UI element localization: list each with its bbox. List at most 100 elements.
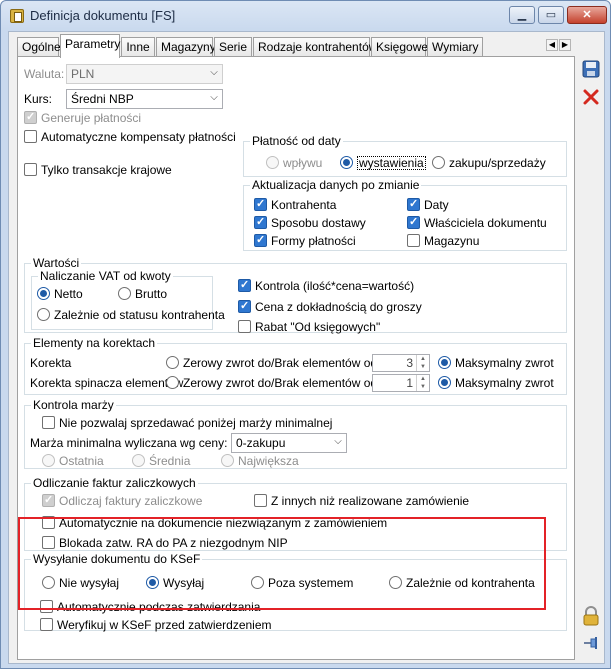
zaleznie-radio[interactable] bbox=[37, 308, 50, 321]
sposob-dostawy-label: Sposobu dostawy bbox=[271, 216, 366, 230]
kurs-value: Średni NBP bbox=[71, 92, 134, 106]
spinacz-stepper[interactable]: 1 ▲ ▼ bbox=[372, 374, 430, 392]
zaleznie-label: Zależnie od statusu kontrahenta bbox=[54, 308, 225, 322]
srednia-label: Średnia bbox=[149, 454, 191, 468]
cena-groszy-checkbox[interactable] bbox=[238, 299, 251, 313]
tab-parametry[interactable]: Parametry bbox=[60, 34, 120, 58]
odliczaj-label: Odliczaj faktury zaliczkowe bbox=[59, 494, 203, 508]
z-innych-checkbox[interactable] bbox=[254, 494, 267, 507]
ksef-weryfikuj-checkbox[interactable] bbox=[40, 618, 53, 631]
cena-select[interactable]: 0-zakupu ⌵ bbox=[231, 433, 347, 453]
kontrahenta-checkbox[interactable] bbox=[254, 197, 267, 211]
spin-arrows-icon[interactable]: ▲ ▼ bbox=[416, 375, 429, 391]
netto-label: Netto bbox=[54, 287, 83, 301]
sposob-dostawy-checkbox[interactable] bbox=[254, 215, 267, 229]
tab-serie[interactable]: Serie bbox=[214, 37, 252, 57]
aktualizacja-group: Aktualizacja danych po zmianie Kontrahen… bbox=[243, 178, 567, 251]
spinacz-maks-radio[interactable] bbox=[438, 376, 451, 389]
generuje-platnosci-checkbox bbox=[24, 110, 37, 124]
waluta-select: PLN ⌵ bbox=[66, 64, 223, 84]
kontrola-checkbox[interactable] bbox=[238, 278, 251, 292]
kompensaty-label: Automatyczne kompensaty płatności bbox=[41, 130, 236, 144]
korekta-stepper[interactable]: 3 ▲ ▼ bbox=[372, 354, 430, 372]
platnosc-wystawienia-radio[interactable] bbox=[340, 156, 353, 169]
forma-platnosci-checkbox[interactable] bbox=[254, 233, 267, 247]
chevron-down-icon: ⌵ bbox=[210, 67, 218, 78]
platnosc-wystawienia-label: wystawienia bbox=[357, 156, 426, 170]
kompensaty-checkbox[interactable] bbox=[24, 130, 37, 143]
platnosc-title: Płatność od daty bbox=[250, 134, 343, 148]
spinacz-label: Korekta spinacza elementów bbox=[30, 376, 184, 390]
korekta-label: Korekta bbox=[30, 356, 72, 370]
title-bar[interactable]: Definicja dokumentu [FS] ▁ ▭ ✕ bbox=[1, 1, 610, 31]
nie-pozwalaj-checkbox[interactable] bbox=[42, 416, 55, 429]
spinacz-zerowy-radio[interactable] bbox=[166, 376, 179, 389]
netto-radio[interactable] bbox=[37, 287, 50, 300]
platnosc-zakupu-radio[interactable] bbox=[432, 156, 445, 169]
kurs-select[interactable]: Średni NBP ⌵ bbox=[66, 89, 223, 109]
kontrahenta-label: Kontrahenta bbox=[271, 198, 337, 212]
transakcje-krajowe-checkbox[interactable] bbox=[24, 163, 37, 176]
pin-icon[interactable] bbox=[580, 634, 602, 656]
wlasciciel-checkbox[interactable] bbox=[407, 215, 420, 229]
tab-ogolne[interactable]: Ogólne bbox=[17, 37, 61, 57]
spinacz-stepper-value: 1 bbox=[406, 376, 413, 390]
tab-wymiary[interactable]: Wymiary bbox=[427, 37, 483, 57]
korekta-zerowy-radio[interactable] bbox=[166, 356, 179, 369]
platnosc-wplywu-radio bbox=[266, 156, 279, 169]
transakcje-krajowe-label: Tylko transakcje krajowe bbox=[41, 163, 172, 177]
minimize-button[interactable]: ▁ bbox=[509, 6, 535, 24]
ksef-weryfikuj-label: Weryfikuj w KSeF przed zatwierdzeniem bbox=[57, 618, 272, 632]
ostatnia-label: Ostatnia bbox=[59, 454, 104, 468]
platnosc-wplywu-label: wpływu bbox=[283, 156, 323, 170]
brutto-radio[interactable] bbox=[118, 287, 131, 300]
ostatnia-radio bbox=[42, 454, 55, 467]
tab-scroll-left-icon[interactable]: ◀ bbox=[546, 39, 558, 51]
tab-rodzaje-kontrahentow[interactable]: Rodzaje kontrahentów bbox=[253, 37, 377, 57]
vat-title: Naliczanie VAT od kwoty bbox=[38, 269, 173, 283]
korekta-stepper-value: 3 bbox=[406, 356, 413, 370]
nie-pozwalaj-label: Nie pozwalaj sprzedawać poniżej marży mi… bbox=[59, 416, 333, 430]
korekta-maks-radio[interactable] bbox=[438, 356, 451, 369]
tab-magazyny[interactable]: Magazyny bbox=[156, 37, 216, 57]
chevron-down-icon: ⌵ bbox=[334, 436, 342, 447]
close-window-button[interactable]: ✕ bbox=[567, 6, 607, 24]
delete-icon[interactable] bbox=[580, 88, 602, 110]
magazyn-checkbox[interactable] bbox=[407, 234, 420, 247]
tab-scroll-right-icon[interactable]: ▶ bbox=[559, 39, 571, 51]
wartosci-title: Wartości bbox=[31, 256, 82, 270]
najwieksza-label: Największa bbox=[238, 454, 299, 468]
waluta-label: Waluta: bbox=[24, 67, 65, 81]
odliczaj-checkbox bbox=[42, 493, 55, 507]
platnosc-zakupu-label: zakupu/sprzedaży bbox=[449, 156, 546, 170]
aktualizacja-title: Aktualizacja danych po zmianie bbox=[250, 178, 422, 192]
generuje-platnosci-label: Generuje płatności bbox=[41, 111, 142, 125]
spinacz-maks-label: Maksymalny zwrot bbox=[455, 376, 554, 390]
save-icon[interactable] bbox=[580, 60, 602, 82]
korekta-maks-label: Maksymalny zwrot bbox=[455, 356, 554, 370]
daty-label: Daty bbox=[424, 198, 449, 212]
tab-inne[interactable]: Inne bbox=[121, 37, 155, 57]
marza-group: Kontrola marży Nie pozwalaj sprzedawać p… bbox=[24, 398, 567, 469]
tab-ksiegowe[interactable]: Księgowe bbox=[371, 37, 428, 57]
rabat-checkbox[interactable] bbox=[238, 320, 251, 333]
chevron-down-icon: ⌵ bbox=[210, 92, 218, 103]
maximize-button[interactable]: ▭ bbox=[538, 6, 564, 24]
kontrola-label: Kontrola (ilość*cena=wartość) bbox=[255, 279, 415, 293]
wyliczana-label: Marża minimalna wyliczana wg ceny: bbox=[30, 436, 228, 450]
cena-select-value: 0-zakupu bbox=[236, 436, 286, 450]
document-app-icon bbox=[10, 9, 24, 23]
vat-group: Naliczanie VAT od kwoty Netto Brutto Zal… bbox=[31, 269, 225, 330]
wartosci-group: Wartości Naliczanie VAT od kwoty Netto B… bbox=[24, 256, 567, 334]
spinacz-zerowy-label: Zerowy zwrot do/Brak elementów od: bbox=[183, 376, 381, 390]
korekty-title: Elementy na korektach bbox=[31, 336, 158, 350]
marza-title: Kontrola marży bbox=[31, 398, 116, 412]
magazyn-label: Magazynu bbox=[424, 234, 480, 248]
lock-icon[interactable] bbox=[580, 606, 602, 628]
window-title: Definicja dokumentu [FS] bbox=[30, 8, 176, 23]
spin-arrows-icon[interactable]: ▲ ▼ bbox=[416, 355, 429, 371]
daty-checkbox[interactable] bbox=[407, 197, 420, 211]
wlasciciel-label: Właściciela dokumentu bbox=[424, 216, 547, 230]
korekta-zerowy-label: Zerowy zwrot do/Brak elementów od: bbox=[183, 356, 381, 370]
z-innych-label: Z innych niż realizowane zamówienie bbox=[271, 494, 470, 508]
